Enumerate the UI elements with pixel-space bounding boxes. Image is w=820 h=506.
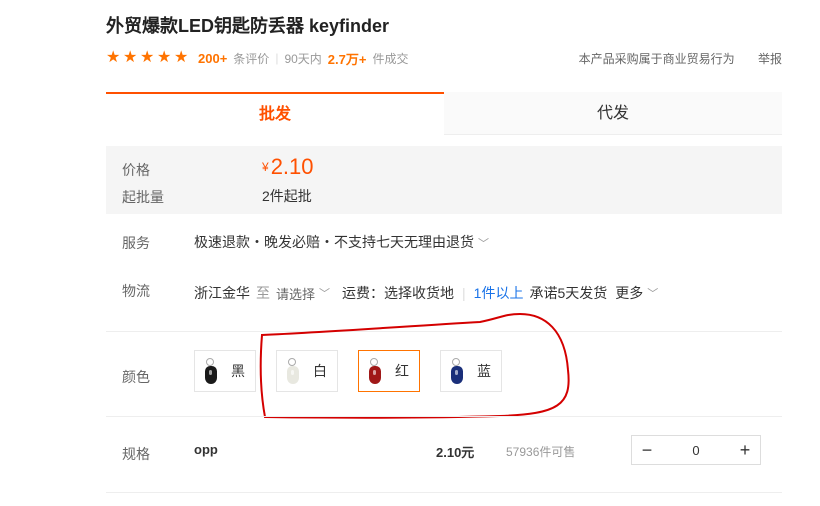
logistics-origin: 浙江金华 [194,285,250,301]
trade-notice-link[interactable]: 本产品采购属于商业贸易行为 [579,52,735,66]
destination-select[interactable]: 请选择 [276,284,315,303]
price-label: 价格 [122,162,150,178]
report-link[interactable]: 举报 [758,52,782,66]
keyfinder-thumbnail [449,356,465,386]
color-name: 蓝 [477,363,491,379]
swatch-color [205,366,217,384]
price-value: ¥2.10 [262,154,314,180]
more-dropdown[interactable]: 更多 [615,283,643,303]
service-dropdown[interactable]: 极速退款・晚发必赔・不支持七天无理由退货 ﹀ [194,232,489,252]
annotation-overlay [259,312,570,419]
decrement-button[interactable]: − [632,436,662,464]
divider: | [275,51,279,65]
service-label: 服务 [122,235,150,251]
color-name: 黑 [231,363,245,379]
keyfinder-thumbnail [285,356,301,386]
sold-count: 2.7万+ [327,51,367,67]
section-divider [106,416,782,417]
reviews-count[interactable]: 200+ [198,51,227,66]
tab-dropship[interactable]: 代发 [444,92,782,135]
star-rating: ★ ★ ★ ★ ★ [106,50,190,66]
color-options: 黑 白 红 蓝 [194,350,502,392]
rating-row: ★ ★ ★ ★ ★ 200+ 条评价 | 90天内 2.7万+ 件成交 [106,48,408,68]
header-links: 本产品采购属于商业贸易行为 举报 [579,50,782,67]
service-value: 极速退款・晚发必赔・不支持七天无理由退货 [194,234,474,250]
color-option-blue[interactable]: 蓝 [440,350,502,392]
swatch-color [451,366,463,384]
price-panel: 价格 ¥2.10 起批量 2件起批 [106,146,782,214]
currency-symbol: ¥ [262,160,269,174]
freight-info: 运费：选择收货地 [342,285,455,301]
divider: | [462,285,466,301]
keyfinder-thumbnail [203,356,219,386]
star-icon: ★ [174,49,189,66]
product-title: 外贸爆款LED钥匙防丢器 keyfinder [106,16,390,36]
star-icon: ★ [157,49,172,66]
color-option-white[interactable]: 白 [276,350,338,392]
spec-label: 规格 [122,446,150,462]
chevron-down-icon[interactable]: ﹀ [319,285,330,301]
purchase-tabs: 批发 代发 [106,92,782,135]
star-icon: ★ [140,49,155,66]
sold-label: 件成交 [372,51,409,66]
moq-label: 起批量 [122,189,164,205]
spec-price: 2.10元 [436,445,475,460]
color-label: 颜色 [122,369,150,385]
tab-wholesale[interactable]: 批发 [106,92,444,134]
swatch-color [287,366,299,384]
star-icon: ★ [123,49,138,66]
chevron-down-icon: ﹀ [478,238,489,250]
section-divider [106,492,782,493]
quantity-input[interactable]: 0 [662,443,730,458]
color-option-red[interactable]: 红 [358,350,420,392]
ship-promise: 承诺5天发货 [529,285,608,301]
sales-period: 90天内 [284,51,322,66]
spec-stock: 57936件可售 [506,445,576,459]
quantity-stepper: − 0 + [631,435,761,465]
logistics-label: 物流 [122,283,150,299]
increment-button[interactable]: + [730,436,760,464]
section-divider [106,331,782,332]
logistics-row: 浙江金华 至 请选择 ﹀ 运费：选择收货地 | 1件以上 承诺5天发货 更多 ﹀ [194,283,658,303]
swatch-color [369,366,381,384]
chevron-down-icon[interactable]: ﹀ [647,285,658,301]
reviews-label[interactable]: 条评价 [233,50,269,67]
star-icon: ★ [106,49,121,66]
color-name: 白 [313,363,327,379]
color-option-black[interactable]: 黑 [194,350,256,392]
logistics-to: 至 [256,285,270,301]
price-number: 2.10 [270,154,314,179]
moq-value: 2件起批 [262,188,312,204]
color-name: 红 [395,363,409,379]
min-qty-text: 1件以上 [473,285,524,301]
spec-name: opp [194,442,218,457]
keyfinder-thumbnail [367,356,383,386]
